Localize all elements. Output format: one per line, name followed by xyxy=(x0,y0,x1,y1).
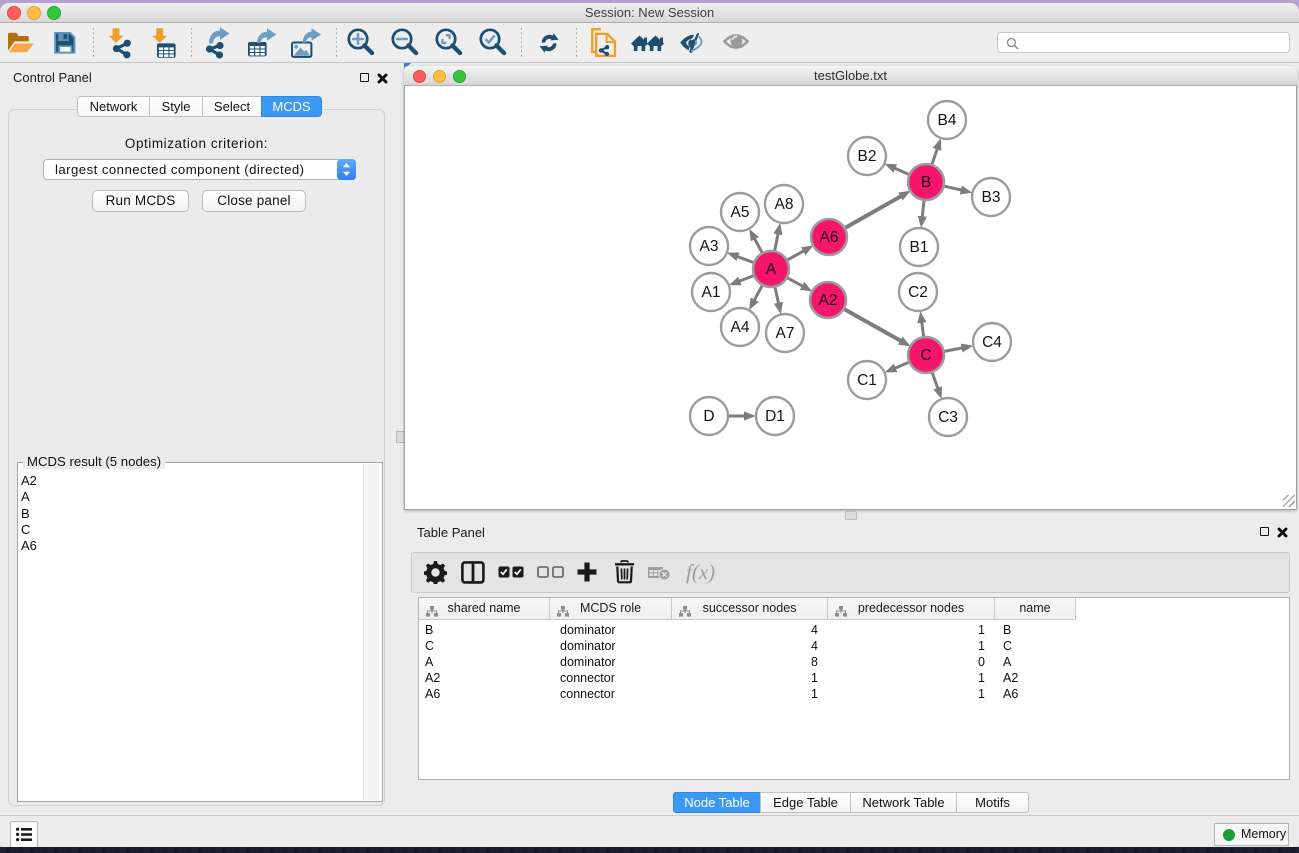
svg-text:A8: A8 xyxy=(775,196,794,213)
svg-text:D1: D1 xyxy=(765,408,785,425)
svg-text:A3: A3 xyxy=(700,238,719,255)
svg-text:C1: C1 xyxy=(857,372,877,389)
svg-text:C: C xyxy=(920,347,931,364)
svg-text:B2: B2 xyxy=(858,148,877,165)
svg-text:A: A xyxy=(766,261,777,278)
svg-text:B3: B3 xyxy=(982,189,1001,206)
svg-text:C2: C2 xyxy=(908,284,928,301)
svg-text:A7: A7 xyxy=(776,325,795,342)
svg-text:C3: C3 xyxy=(938,409,958,426)
svg-text:C4: C4 xyxy=(982,334,1002,351)
svg-text:A6: A6 xyxy=(820,229,839,246)
svg-text:B4: B4 xyxy=(938,112,957,129)
svg-text:B: B xyxy=(921,174,931,191)
svg-text:A2: A2 xyxy=(819,292,838,309)
svg-text:A4: A4 xyxy=(731,319,750,336)
svg-text:A1: A1 xyxy=(702,284,721,301)
svg-text:D: D xyxy=(703,408,714,425)
svg-text:A5: A5 xyxy=(731,204,750,221)
svg-text:B1: B1 xyxy=(910,239,929,256)
